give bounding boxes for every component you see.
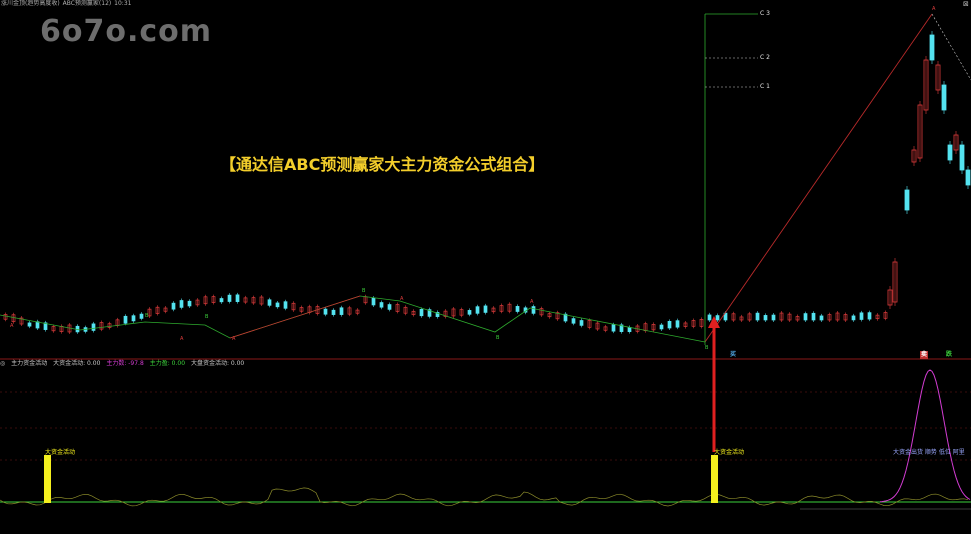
watermark: 6o7o.com — [40, 14, 213, 49]
candle — [904, 189, 910, 211]
main-force-curve — [879, 369, 971, 503]
indicator-item-3: 主力数: -97.8 — [106, 360, 144, 367]
candle — [811, 312, 816, 321]
candle — [803, 313, 808, 321]
candle — [675, 320, 680, 328]
candle — [267, 299, 272, 306]
candle — [483, 305, 488, 313]
indicator-header: ◎ 主力资金活动 大资金活动: 0.00 主力数: -97.8 主力盈: 0.0… — [0, 360, 248, 368]
candle — [419, 309, 424, 317]
indicator-name: ABC预测赢家(12) — [62, 0, 112, 7]
signal-bar-left — [44, 455, 51, 503]
right-note: 大资金出货 顺势 低位 阿里 — [893, 449, 965, 456]
wave-marker: B — [145, 313, 149, 319]
wave-marker: B — [705, 345, 709, 351]
candle — [515, 306, 520, 312]
candle — [187, 300, 192, 307]
candle — [667, 320, 672, 329]
indicator-item-2: 大资金活动: 0.00 — [53, 360, 101, 367]
stock-title: 涨川金顶(趋势高度收) — [1, 0, 60, 7]
overlay-title: 【通达信ABC预测赢家大主力资金公式组合】 — [220, 155, 545, 174]
candle — [139, 313, 144, 319]
sell-tag: 卖 — [920, 351, 929, 359]
wave-line-red — [229, 295, 361, 339]
candle — [35, 321, 40, 329]
time-label: 10:31 — [114, 0, 132, 7]
candle — [859, 312, 864, 320]
candle — [123, 315, 128, 324]
c2-label: C 2 — [760, 54, 770, 61]
indicator-item-5: 大盘资金活动: 0.00 — [190, 360, 245, 367]
candle — [763, 315, 768, 321]
c3-label: C 3 — [760, 10, 770, 17]
candle — [941, 84, 947, 111]
wave-marker: A — [10, 323, 14, 329]
candle — [867, 312, 872, 320]
indicator-item-4: 主力盈: 0.00 — [149, 360, 186, 367]
candle — [171, 302, 176, 310]
candle — [947, 144, 953, 161]
candle — [219, 298, 224, 303]
candle — [275, 302, 280, 308]
candle — [771, 314, 776, 321]
candle — [379, 302, 384, 308]
candle — [819, 315, 824, 321]
candle — [851, 315, 856, 321]
indicator-header-icon: ◎ — [0, 360, 6, 367]
wave-marker: A — [400, 296, 404, 302]
candle — [531, 306, 536, 314]
oscillator-line — [0, 487, 969, 507]
close-icon[interactable]: ⊠ — [963, 0, 969, 8]
candle — [179, 300, 184, 308]
candle — [475, 306, 480, 314]
candle — [959, 144, 965, 171]
candle — [131, 315, 136, 322]
wave-marker: B — [205, 314, 209, 320]
wave-marker: B — [362, 288, 366, 294]
candle — [339, 307, 344, 315]
candle — [571, 318, 576, 324]
candle — [331, 309, 336, 315]
candle — [227, 294, 232, 302]
candle — [467, 310, 472, 315]
candle — [715, 315, 720, 321]
window-title-bar: 涨川金顶(趋势高度收) ABC预测赢家(12) 10:31 — [0, 0, 971, 8]
candle — [283, 301, 288, 309]
fall-tag: 跌 — [946, 351, 953, 358]
candle — [27, 322, 32, 327]
indicator-item-1: 主力资金活动 — [11, 360, 48, 367]
candle — [707, 314, 712, 321]
candle — [611, 324, 616, 332]
candle — [371, 297, 376, 306]
candle — [387, 304, 392, 310]
wave-marker: B — [496, 335, 500, 341]
candle — [235, 294, 240, 302]
candle — [755, 312, 760, 321]
wave-line-green — [0, 295, 706, 343]
bar-label-right: 大资金活动 — [714, 449, 745, 456]
candle — [965, 169, 971, 186]
chart-canvas: ABABABABABA — [0, 6, 971, 510]
wave-marker: A — [232, 336, 236, 342]
candle — [91, 323, 96, 331]
wave-marker: A — [530, 299, 534, 305]
candle — [627, 327, 632, 333]
c1-label: C 1 — [760, 83, 770, 90]
candle — [659, 324, 664, 330]
wave-marker: A — [180, 336, 184, 342]
candle — [929, 34, 935, 61]
projection-line — [704, 13, 933, 343]
candle — [323, 308, 328, 315]
signal-bar-right — [711, 455, 718, 503]
bar-label-left: 大资金活动 — [45, 449, 76, 456]
candle — [579, 320, 584, 326]
buy-tag: 买 — [730, 351, 737, 358]
